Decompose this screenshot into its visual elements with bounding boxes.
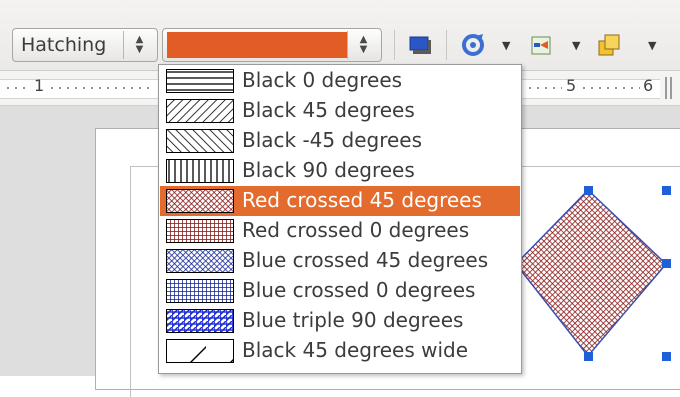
fill-color-swatch bbox=[167, 32, 347, 58]
hatch-preview-swatch bbox=[166, 69, 234, 93]
align-dropdown-arrow[interactable]: ▼ bbox=[572, 39, 580, 52]
hatch-option[interactable]: Red crossed 0 degrees bbox=[160, 216, 520, 246]
hatch-option-label: Blue crossed 45 degrees bbox=[242, 248, 489, 272]
hatch-preview-swatch bbox=[166, 129, 234, 153]
hatch-option[interactable]: Blue crossed 0 degrees bbox=[160, 276, 520, 306]
selection-handle[interactable] bbox=[584, 186, 593, 195]
chevron-down-icon: ▼ bbox=[135, 44, 144, 55]
hatch-option-label: Red crossed 0 degrees bbox=[242, 218, 470, 242]
selection-handle[interactable] bbox=[662, 259, 671, 268]
hatch-preview-swatch bbox=[166, 339, 234, 363]
rotate-dropdown-arrow[interactable]: ▼ bbox=[502, 39, 510, 52]
hatch-preview-swatch bbox=[166, 189, 234, 213]
fill-style-spin-button[interactable]: ▲ ▼ bbox=[347, 31, 379, 59]
hatch-option[interactable]: Black 90 degrees bbox=[160, 156, 520, 186]
fill-style-combobox[interactable]: ▲ ▼ bbox=[162, 28, 382, 62]
hatch-preview-swatch bbox=[166, 279, 234, 303]
hatch-option[interactable]: Black 45 degrees wide bbox=[160, 336, 520, 366]
hatch-option[interactable]: Black 45 degrees bbox=[160, 96, 520, 126]
arrange-dropdown-arrow[interactable]: ▼ bbox=[648, 39, 656, 52]
hatch-option[interactable]: Black -45 degrees bbox=[160, 126, 520, 156]
hatch-option-label: Red crossed 45 degrees bbox=[242, 188, 482, 212]
rotate-icon[interactable] bbox=[458, 30, 488, 60]
toolbar: Hatching ▲ ▼ ▲ ▼ ▼ ▼ ▼ bbox=[0, 0, 680, 71]
hatch-option[interactable]: Blue triple 90 degrees bbox=[160, 306, 520, 336]
hatch-preview-swatch bbox=[166, 309, 234, 333]
selection-handle[interactable] bbox=[584, 352, 593, 361]
hatch-option-label: Black -45 degrees bbox=[242, 128, 422, 152]
area-style-spin-button[interactable]: ▲ ▼ bbox=[123, 31, 155, 59]
ruler-ticks bbox=[48, 87, 154, 89]
ruler-ticks bbox=[4, 87, 26, 89]
hatching-dropdown-list[interactable]: Black 0 degrees Black 45 degrees Black -45… bbox=[158, 64, 522, 374]
hatch-preview-swatch bbox=[166, 159, 234, 183]
toolbar-separator bbox=[394, 30, 395, 60]
hatch-option[interactable]: Red crossed 45 degrees bbox=[160, 186, 520, 216]
ruler-ticks bbox=[526, 87, 562, 89]
hatch-option-label: Black 0 degrees bbox=[242, 68, 403, 92]
hatch-option-label: Blue triple 90 degrees bbox=[242, 308, 464, 332]
hatch-option[interactable]: Blue crossed 45 degrees bbox=[160, 246, 520, 276]
ruler-label: 6 bbox=[643, 76, 654, 95]
ruler-label: 5 bbox=[566, 76, 577, 95]
arrange-icon[interactable] bbox=[594, 30, 624, 60]
area-style-value: Hatching bbox=[21, 34, 107, 56]
hatch-option-label: Black 90 degrees bbox=[242, 158, 415, 182]
hatch-preview-swatch bbox=[166, 219, 234, 243]
chevron-down-icon: ▼ bbox=[359, 44, 368, 55]
ruler-ticks bbox=[580, 87, 640, 89]
hatch-preview-swatch bbox=[166, 249, 234, 273]
hatch-option-label: Black 45 degrees wide bbox=[242, 338, 469, 362]
shadow-icon[interactable] bbox=[404, 30, 434, 60]
selection-handle[interactable] bbox=[662, 352, 671, 361]
hatch-preview-swatch bbox=[166, 99, 234, 123]
area-style-combobox[interactable]: Hatching ▲ ▼ bbox=[12, 28, 158, 62]
hatch-option-label: Blue crossed 0 degrees bbox=[242, 278, 476, 302]
selected-shape[interactable] bbox=[510, 184, 680, 376]
diamond-shape[interactable] bbox=[515, 188, 668, 358]
ruler-margin-marker[interactable] bbox=[665, 77, 672, 99]
selection-handle[interactable] bbox=[662, 186, 671, 195]
align-icon[interactable] bbox=[526, 30, 556, 60]
hatch-option-label: Black 45 degrees bbox=[242, 98, 415, 122]
ruler-label: 1 bbox=[34, 76, 45, 95]
toolbar-separator bbox=[446, 30, 447, 60]
hatch-option[interactable]: Black 0 degrees bbox=[160, 66, 520, 96]
